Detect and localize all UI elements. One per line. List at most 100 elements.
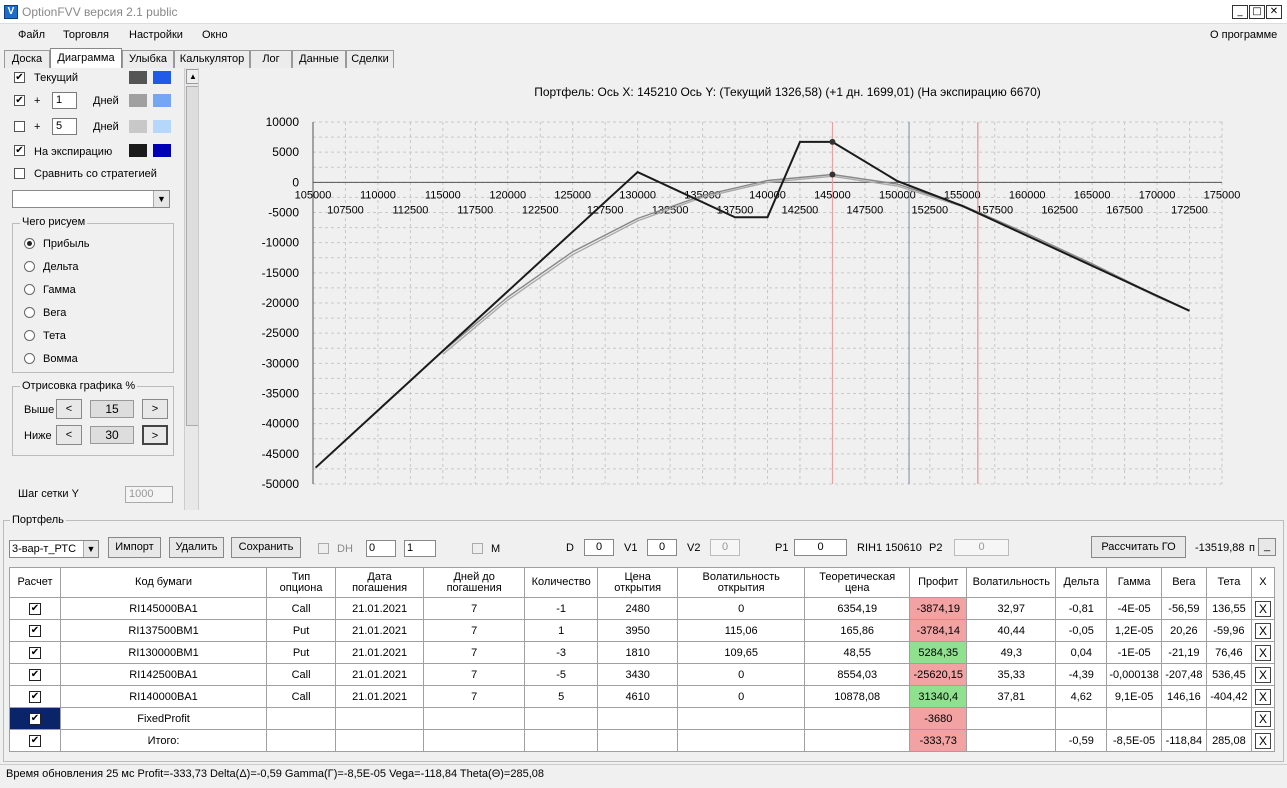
plus5-days-input[interactable]: 5 bbox=[52, 118, 77, 135]
row-calc-cell[interactable]: ✔ bbox=[8, 641, 62, 664]
col-header[interactable]: X bbox=[1250, 567, 1276, 598]
radio-delta[interactable] bbox=[24, 261, 35, 272]
col-header[interactable]: Профит bbox=[909, 567, 968, 598]
col-header[interactable]: Расчет bbox=[8, 567, 62, 598]
plus1-color-2[interactable] bbox=[153, 94, 171, 107]
table-row[interactable]: ✔ RI130000BM1 Put 21.01.2021 7 -3 1810 109,65 48… bbox=[8, 641, 1276, 664]
plus5-color-1[interactable] bbox=[129, 120, 147, 133]
plus5-checkbox[interactable] bbox=[14, 121, 25, 132]
tab-calculator[interactable]: Калькулятор bbox=[174, 50, 250, 68]
current-color-1[interactable] bbox=[129, 71, 147, 84]
table-row[interactable]: ✔ FixedProfit -3680 X bbox=[8, 707, 1276, 730]
col-header[interactable]: Волатильность открытия bbox=[677, 567, 806, 598]
menu-window[interactable]: Окно bbox=[202, 24, 228, 46]
remove-row-button[interactable]: X bbox=[1254, 622, 1271, 639]
row-calc-checkbox[interactable]: ✔ bbox=[29, 735, 41, 747]
table-row[interactable]: ✔ Итого: -333,73 -0,59 -8,5E-05 -118,84 285,08… bbox=[8, 729, 1276, 752]
dh-checkbox[interactable] bbox=[318, 543, 329, 554]
remove-row-button[interactable]: X bbox=[1254, 710, 1271, 727]
row-calc-cell[interactable]: ✔ bbox=[8, 685, 62, 708]
expiry-color-2[interactable] bbox=[153, 144, 171, 157]
remove-row-button[interactable]: X bbox=[1254, 688, 1271, 705]
col-header[interactable]: Код бумаги bbox=[60, 567, 268, 598]
tab-smile[interactable]: Улыбка bbox=[122, 50, 174, 68]
calc-margin-button[interactable]: Рассчитать ГО bbox=[1091, 536, 1186, 558]
col-header[interactable]: Вега bbox=[1160, 567, 1207, 598]
plus1-checkbox[interactable]: ✔ bbox=[14, 95, 25, 106]
scroll-up-icon[interactable]: ▲ bbox=[186, 69, 198, 84]
below-increase-button[interactable]: > bbox=[142, 425, 168, 445]
remove-row-button[interactable]: X bbox=[1254, 600, 1271, 617]
col-header[interactable]: Тета bbox=[1205, 567, 1252, 598]
col-header[interactable]: Количество bbox=[524, 567, 599, 598]
row-calc-checkbox[interactable]: ✔ bbox=[29, 713, 41, 725]
expiry-checkbox[interactable]: ✔ bbox=[14, 145, 25, 156]
plus5-color-2[interactable] bbox=[153, 120, 171, 133]
d-input[interactable]: 0 bbox=[584, 539, 614, 556]
radio-vega[interactable] bbox=[24, 307, 35, 318]
row-calc-checkbox[interactable]: ✔ bbox=[29, 625, 41, 637]
v1-input[interactable]: 0 bbox=[647, 539, 677, 556]
close-window-button[interactable]: ✕ bbox=[1266, 5, 1282, 19]
scroll-thumb[interactable] bbox=[186, 86, 198, 426]
tab-log[interactable]: Лог bbox=[250, 50, 292, 68]
maximize-button[interactable]: □ bbox=[1249, 5, 1265, 19]
table-row[interactable]: ✔ RI137500BM1 Put 21.01.2021 7 1 3950 115,06 165… bbox=[8, 619, 1276, 642]
row-calc-checkbox[interactable]: ✔ bbox=[29, 669, 41, 681]
table-row[interactable]: ✔ RI145000BA1 Call 21.01.2021 7 -1 2480 0 6354,1… bbox=[8, 597, 1276, 620]
radio-profit[interactable] bbox=[24, 238, 35, 249]
below-decrease-button[interactable]: < bbox=[56, 425, 82, 445]
table-row[interactable]: ✔ RI140000BA1 Call 21.01.2021 7 5 4610 0 10878,0… bbox=[8, 685, 1276, 708]
above-increase-button[interactable]: > bbox=[142, 399, 168, 419]
current-color-2[interactable] bbox=[153, 71, 171, 84]
remove-row-button[interactable]: X bbox=[1254, 644, 1271, 661]
col-header[interactable]: Гамма bbox=[1106, 567, 1162, 598]
row-calc-cell[interactable]: ✔ bbox=[8, 707, 62, 730]
remove-row-button[interactable]: X bbox=[1254, 666, 1271, 683]
row-calc-checkbox[interactable]: ✔ bbox=[29, 647, 41, 659]
tab-data[interactable]: Данные bbox=[292, 50, 346, 68]
m-checkbox[interactable] bbox=[472, 543, 483, 554]
row-calc-checkbox[interactable]: ✔ bbox=[29, 603, 41, 615]
col-header[interactable]: Дата погашения bbox=[335, 567, 425, 598]
row-calc-cell[interactable]: ✔ bbox=[8, 729, 62, 752]
above-decrease-button[interactable]: < bbox=[56, 399, 82, 419]
strategy-select[interactable]: ▼ bbox=[12, 190, 170, 208]
row-calc-cell[interactable]: ✔ bbox=[8, 663, 62, 686]
menu-about[interactable]: О программе bbox=[1210, 24, 1277, 46]
col-header[interactable]: Волатильность bbox=[966, 567, 1057, 598]
radio-gamma[interactable] bbox=[24, 284, 35, 295]
row-calc-checkbox[interactable]: ✔ bbox=[29, 691, 41, 703]
col-header[interactable]: Дельта bbox=[1055, 567, 1108, 598]
chevron-down-icon[interactable]: ▼ bbox=[153, 191, 169, 207]
row-calc-cell[interactable]: ✔ bbox=[8, 597, 62, 620]
import-button[interactable]: Импорт bbox=[108, 537, 161, 558]
menu-trading[interactable]: Торговля bbox=[63, 24, 109, 46]
portfolio-select[interactable]: 3-вар-т_РТС ▼ bbox=[9, 540, 99, 558]
panel-scrollbar[interactable]: ▲ bbox=[184, 68, 198, 510]
col-header[interactable]: Дней до погашения bbox=[423, 567, 526, 598]
chevron-down-icon[interactable]: ▼ bbox=[83, 541, 98, 557]
col-header[interactable]: Цена открытия bbox=[597, 567, 679, 598]
tab-deals[interactable]: Сделки bbox=[346, 50, 394, 68]
radio-vomma[interactable] bbox=[24, 353, 35, 364]
table-row[interactable]: ✔ RI142500BA1 Call 21.01.2021 7 -5 3430 0 8554,0… bbox=[8, 663, 1276, 686]
remove-row-button[interactable]: X bbox=[1254, 732, 1271, 749]
menu-settings[interactable]: Настройки bbox=[129, 24, 183, 46]
col-header[interactable]: Теоретическая цена bbox=[804, 567, 911, 598]
expiry-color-1[interactable] bbox=[129, 144, 147, 157]
v2-input[interactable]: 0 bbox=[710, 539, 740, 556]
col-header[interactable]: Тип опциона bbox=[266, 567, 337, 598]
row-calc-cell[interactable]: ✔ bbox=[8, 619, 62, 642]
minimize-button[interactable]: _ bbox=[1232, 5, 1248, 19]
dh-stepper-2[interactable]: 1 bbox=[404, 540, 436, 557]
delete-button[interactable]: Удалить bbox=[169, 537, 224, 558]
margin-minimize-button[interactable]: _ bbox=[1258, 538, 1276, 556]
plus1-color-1[interactable] bbox=[129, 94, 147, 107]
compare-checkbox[interactable] bbox=[14, 168, 25, 179]
grid-step-input[interactable]: 1000 bbox=[125, 486, 173, 503]
p2-input[interactable]: 0 bbox=[954, 539, 1009, 556]
p1-input[interactable]: 0 bbox=[794, 539, 847, 556]
current-checkbox[interactable]: ✔ bbox=[14, 72, 25, 83]
plus1-days-input[interactable]: 1 bbox=[52, 92, 77, 109]
